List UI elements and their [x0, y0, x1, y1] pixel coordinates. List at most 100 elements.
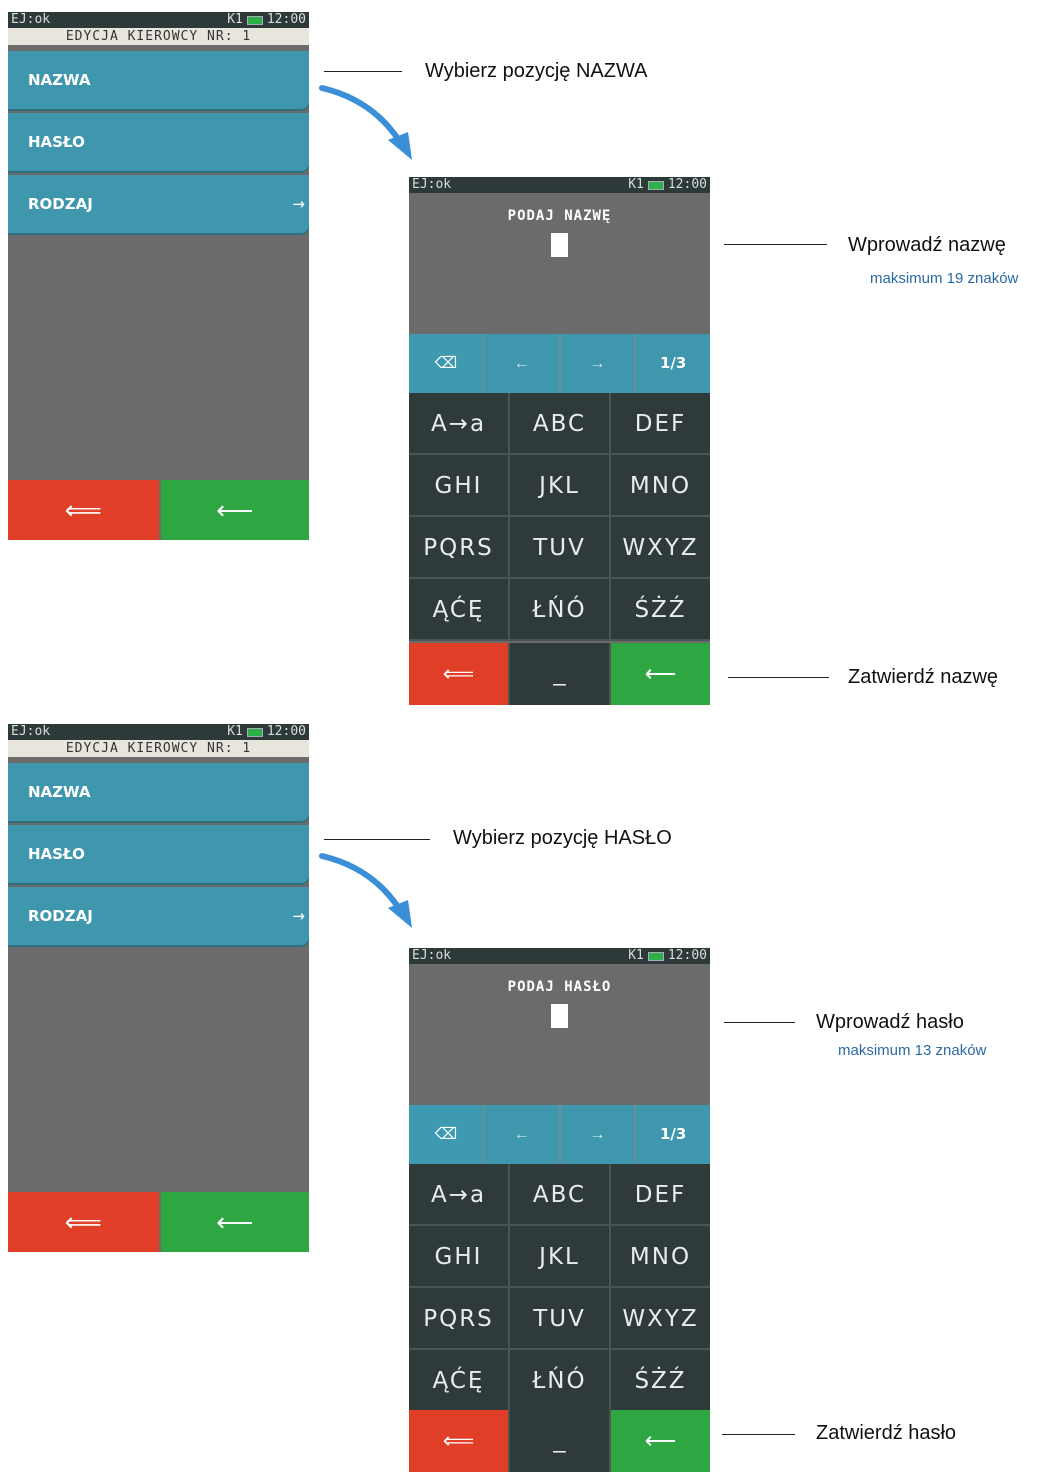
- page-button[interactable]: 1/3: [636, 334, 710, 393]
- text-cursor[interactable]: [551, 1004, 568, 1028]
- ej-status: EJ:ok: [11, 12, 51, 27]
- key-case[interactable]: A→a: [409, 1164, 510, 1226]
- enter-icon: ⟵: [216, 495, 254, 525]
- page-button[interactable]: 1/3: [636, 1105, 710, 1164]
- backspace-icon: ⌫: [434, 1126, 458, 1143]
- space-button[interactable]: _: [508, 1410, 611, 1472]
- key-def[interactable]: DEF: [611, 1164, 710, 1226]
- callout-line: [324, 839, 430, 840]
- backspace-button[interactable]: ⌫: [409, 1105, 485, 1164]
- key-mno[interactable]: MNO: [611, 455, 710, 517]
- enter-button[interactable]: ⟵: [158, 480, 309, 540]
- ej-status: EJ:ok: [412, 948, 452, 963]
- cashier-id: K1: [628, 177, 644, 192]
- menu-item-rodzaj[interactable]: RODZAJ →: [8, 887, 309, 945]
- arrow-right-icon: →: [292, 907, 305, 925]
- clock: 12:00: [266, 724, 306, 739]
- screen-title: EDYCJA KIEROWCY NR: 1: [8, 740, 309, 757]
- key-jkl[interactable]: JKL: [510, 1226, 611, 1288]
- menu-item-haslo[interactable]: HASŁO: [8, 825, 309, 883]
- key-szz-diacritic[interactable]: ŚŻŹ: [611, 579, 710, 641]
- annotation-step5-note: maksimum 13 znaków: [838, 1042, 987, 1059]
- clock: 12:00: [667, 948, 707, 963]
- annotation-step6: Zatwierdź hasło: [816, 1422, 957, 1444]
- cursor-left-button[interactable]: ←: [484, 334, 561, 393]
- status-bar: EJ:ok K1 12:00: [409, 177, 710, 193]
- callout-line: [722, 1434, 795, 1435]
- driver-edit-screen-1: EJ:ok K1 12:00 EDYCJA KIEROWCY NR: 1 NAZW…: [8, 12, 309, 540]
- key-szz-diacritic[interactable]: ŚŻŹ: [611, 1350, 710, 1412]
- arrow-left-icon: ←: [513, 1126, 530, 1143]
- menu-item-nazwa[interactable]: NAZWA: [8, 763, 309, 821]
- flow-arrow-icon: [319, 853, 412, 928]
- key-pqrs[interactable]: PQRS: [409, 1288, 510, 1350]
- battery-icon: [647, 180, 664, 190]
- space-button[interactable]: _: [508, 643, 611, 705]
- menu-item-nazwa[interactable]: NAZWA: [8, 51, 309, 109]
- annotation-step1: Wybierz pozycję NAZWA: [425, 60, 648, 82]
- back-button[interactable]: ⟸: [409, 643, 508, 705]
- enter-icon: ⟵: [644, 1428, 677, 1453]
- ej-status: EJ:ok: [412, 177, 452, 192]
- key-wxyz[interactable]: WXYZ: [611, 1288, 710, 1350]
- password-input-screen: EJ:ok K1 12:00 PODAJ HASŁO ⌫ ← → 1/3 A→a A…: [409, 948, 710, 1472]
- back-icon: ⟸: [442, 1428, 475, 1453]
- confirm-button[interactable]: ⟵: [611, 643, 710, 705]
- clock: 12:00: [266, 12, 306, 27]
- annotation-step5: Wprowadź hasło: [816, 1011, 964, 1033]
- backspace-icon: ⌫: [434, 355, 458, 372]
- back-button[interactable]: ⟸: [8, 480, 159, 540]
- cursor-left-button[interactable]: ←: [484, 1105, 561, 1164]
- back-button[interactable]: ⟸: [409, 1410, 508, 1472]
- annotation-step3: Zatwierdź nazwę: [848, 666, 999, 688]
- driver-edit-screen-2: EJ:ok K1 12:00 EDYCJA KIEROWCY NR: 1 NAZW…: [8, 724, 309, 1252]
- clock: 12:00: [667, 177, 707, 192]
- key-def[interactable]: DEF: [611, 393, 710, 455]
- key-jkl[interactable]: JKL: [510, 455, 611, 517]
- arrow-right-icon: →: [292, 195, 305, 213]
- key-lno-diacritic[interactable]: ŁŃÓ: [510, 1350, 611, 1412]
- key-pqrs[interactable]: PQRS: [409, 517, 510, 579]
- key-ace-diacritic[interactable]: ĄĆĘ: [409, 1350, 510, 1412]
- key-mno[interactable]: MNO: [611, 1226, 710, 1288]
- callout-line: [724, 244, 827, 245]
- back-button[interactable]: ⟸: [8, 1192, 159, 1252]
- key-ghi[interactable]: GHI: [409, 1226, 510, 1288]
- key-ace-diacritic[interactable]: ĄĆĘ: [409, 579, 510, 641]
- flow-arrow-icon: [319, 85, 412, 160]
- status-bar: EJ:ok K1 12:00: [8, 724, 309, 740]
- key-tuv[interactable]: TUV: [510, 517, 611, 579]
- key-abc[interactable]: ABC: [510, 393, 611, 455]
- key-abc[interactable]: ABC: [510, 1164, 611, 1226]
- callout-line: [724, 1022, 795, 1023]
- backspace-button[interactable]: ⌫: [409, 334, 485, 393]
- cursor-right-button[interactable]: →: [560, 1105, 637, 1164]
- keypad: A→a ABC DEF GHI JKL MNO PQRS TUV WXYZ ĄĆĘ ŁŃÓ ŚŻ…: [409, 1164, 710, 1412]
- battery-icon: [246, 15, 263, 25]
- enter-button[interactable]: ⟵: [158, 1192, 309, 1252]
- key-lno-diacritic[interactable]: ŁŃÓ: [510, 579, 611, 641]
- annotation-step2: Wprowadź nazwę: [848, 234, 1006, 256]
- battery-icon: [647, 951, 664, 961]
- status-bar: EJ:ok K1 12:00: [409, 948, 710, 964]
- key-case[interactable]: A→a: [409, 393, 510, 455]
- input-prompt: PODAJ NAZWĘ: [507, 208, 612, 224]
- key-ghi[interactable]: GHI: [409, 455, 510, 517]
- key-wxyz[interactable]: WXYZ: [611, 517, 710, 579]
- callout-line: [728, 677, 829, 678]
- text-cursor[interactable]: [551, 233, 568, 257]
- cashier-id: K1: [227, 12, 243, 27]
- menu-item-rodzaj[interactable]: RODZAJ →: [8, 175, 309, 233]
- menu-item-haslo[interactable]: HASŁO: [8, 113, 309, 171]
- screen-title: EDYCJA KIEROWCY NR: 1: [8, 28, 309, 45]
- cursor-right-button[interactable]: →: [560, 334, 637, 393]
- confirm-button[interactable]: ⟵: [611, 1410, 710, 1472]
- annotation-step2-note: maksimum 19 znaków: [870, 270, 1019, 287]
- input-prompt: PODAJ HASŁO: [507, 979, 612, 995]
- annotation-step4: Wybierz pozycję HASŁO: [453, 827, 672, 849]
- cashier-id: K1: [628, 948, 644, 963]
- back-icon: ⟸: [442, 661, 475, 686]
- back-icon: ⟸: [64, 495, 102, 525]
- key-tuv[interactable]: TUV: [510, 1288, 611, 1350]
- battery-icon: [246, 727, 263, 737]
